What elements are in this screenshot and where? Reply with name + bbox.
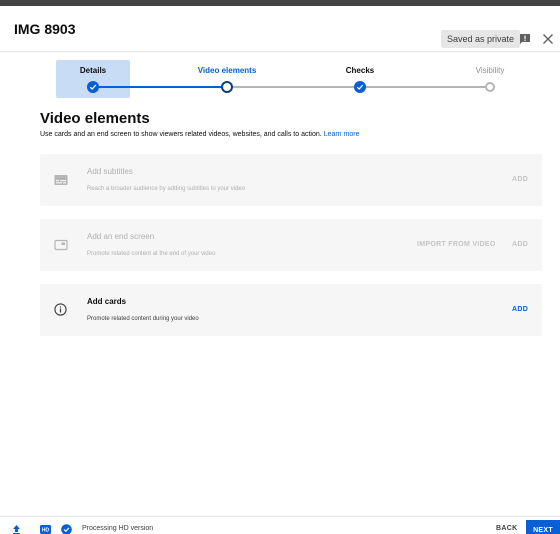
add-end-screen-button[interactable]: ADD <box>512 241 528 248</box>
subtitles-icon <box>54 175 68 185</box>
info-icon <box>54 303 67 316</box>
processing-status: Processing HD version <box>82 525 154 532</box>
add-cards-card: Add cards Promote related content during… <box>40 284 542 336</box>
add-end-screen-card: Add an end screen Promote related conten… <box>40 219 542 271</box>
progress-stepper: Details Video elements Checks Visibility <box>0 54 560 100</box>
step-label-video-elements[interactable]: Video elements <box>198 66 257 75</box>
card-title: Add an end screen <box>87 232 155 241</box>
step-done-check-icon[interactable] <box>354 81 366 93</box>
check-circle-icon[interactable] <box>61 524 72 534</box>
step-current-icon[interactable] <box>221 81 233 93</box>
card-description: Promote related content at the end of yo… <box>87 251 216 257</box>
dialog-title: IMG 8903 <box>14 21 76 37</box>
step-label-visibility[interactable]: Visibility <box>476 66 505 75</box>
step-pending-icon[interactable] <box>485 82 495 92</box>
step-connector <box>230 86 357 88</box>
add-cards-button[interactable]: ADD <box>512 306 528 313</box>
back-button[interactable]: BACK <box>496 525 517 532</box>
step-done-check-icon[interactable] <box>87 81 99 93</box>
step-label-checks[interactable]: Checks <box>346 66 374 75</box>
step-label-details[interactable]: Details <box>80 66 106 75</box>
step-connector <box>93 86 224 88</box>
upload-dialog: IMG 8903 Saved as private Details Video … <box>0 0 560 534</box>
card-title: Add subtitles <box>87 167 133 176</box>
section-description-text: Use cards and an end screen to show view… <box>40 131 322 138</box>
card-title: Add cards <box>87 297 127 306</box>
svg-text:HD: HD <box>42 528 50 534</box>
card-description: Promote related content during your vide… <box>87 316 199 322</box>
upload-icon[interactable] <box>11 524 22 534</box>
import-from-video-button[interactable]: IMPORT FROM VIDEO <box>417 241 496 248</box>
section-title: Video elements <box>40 110 150 127</box>
learn-more-link[interactable]: Learn more <box>324 131 360 138</box>
saved-status-badge[interactable]: Saved as private <box>441 30 521 48</box>
close-icon[interactable] <box>542 33 554 45</box>
section-description: Use cards and an end screen to show view… <box>40 131 359 138</box>
hd-icon[interactable]: HD <box>40 524 51 534</box>
dialog-footer: HD Processing HD version BACK NEXT <box>0 516 560 534</box>
dialog-header: IMG 8903 Saved as private <box>0 12 560 52</box>
card-description: Reach a broader audience by adding subti… <box>87 186 246 192</box>
add-subtitles-card: Add subtitles Reach a broader audience b… <box>40 154 542 206</box>
add-subtitles-button[interactable]: ADD <box>512 176 528 183</box>
next-button[interactable]: NEXT <box>526 520 560 534</box>
step-connector <box>363 86 487 88</box>
feedback-icon[interactable] <box>519 33 531 45</box>
end-screen-icon <box>54 239 68 251</box>
